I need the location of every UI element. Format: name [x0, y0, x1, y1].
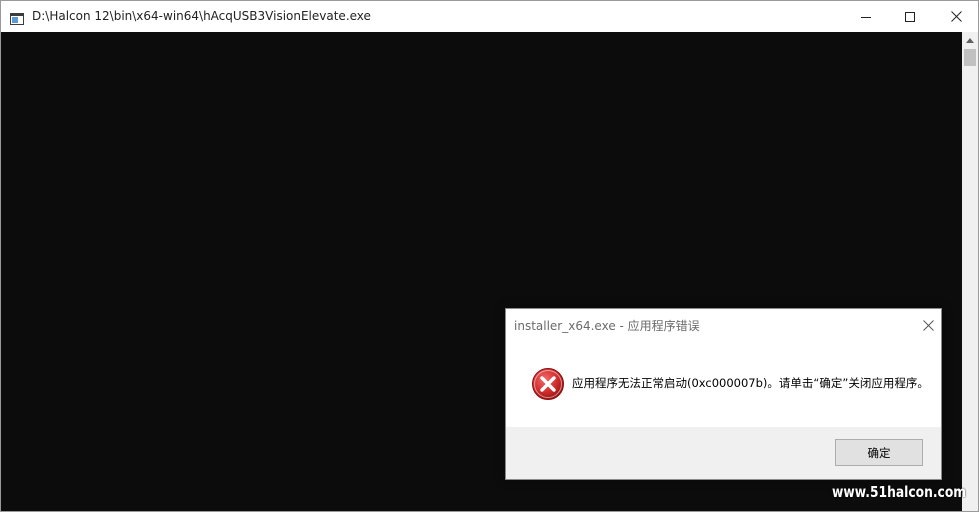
maximize-button[interactable]	[887, 1, 933, 32]
minimize-icon	[861, 16, 871, 18]
error-dialog: installer_x64.exe - 应用程序错误 应用程序无法正常启动(0x…	[505, 308, 942, 480]
close-icon	[922, 319, 934, 331]
watermark: www.51halcon.com	[832, 483, 967, 501]
scroll-up-arrow-icon	[966, 38, 974, 43]
ok-button[interactable]: 确定	[835, 439, 923, 466]
minimize-button[interactable]	[843, 1, 889, 32]
close-button[interactable]	[933, 1, 979, 32]
error-icon	[531, 367, 565, 401]
dialog-footer: 确定	[506, 427, 941, 479]
console-titlebar[interactable]: D:\Halcon 12\bin\x64-win64\hAcqUSB3Visio…	[1, 1, 978, 32]
scroll-thumb[interactable]	[964, 49, 976, 66]
console-window-title: D:\Halcon 12\bin\x64-win64\hAcqUSB3Visio…	[32, 9, 371, 23]
dialog-title: installer_x64.exe - 应用程序错误	[514, 319, 700, 333]
close-icon	[950, 11, 962, 22]
console-app-icon	[10, 10, 24, 25]
scroll-up-button[interactable]	[962, 32, 978, 49]
maximize-icon	[905, 11, 915, 22]
error-message: 应用程序无法正常启动(0xc000007b)。请单击“确定”关闭应用程序。	[572, 376, 929, 390]
vertical-scrollbar[interactable]	[962, 32, 978, 511]
dialog-close-button[interactable]	[916, 315, 940, 335]
